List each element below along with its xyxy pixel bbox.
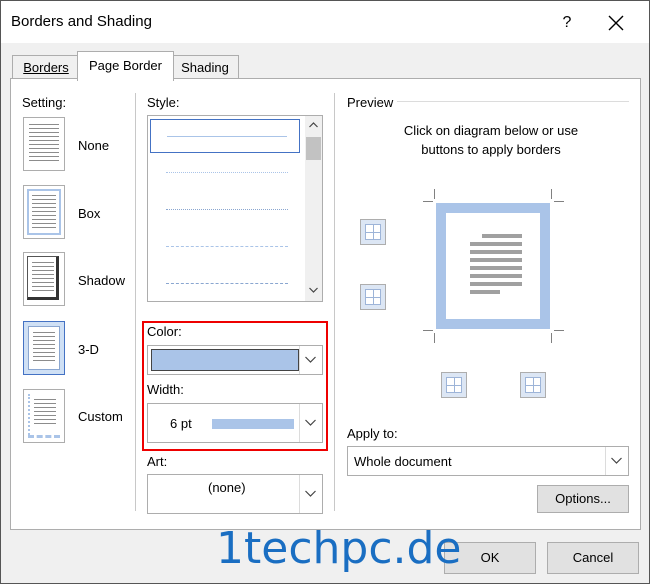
column-separator <box>334 93 335 511</box>
tab-label: Page Border <box>89 58 162 73</box>
setting-none-label[interactable]: None <box>78 138 109 153</box>
art-dropdown-arrow[interactable] <box>299 475 322 513</box>
style-option-dotted[interactable] <box>150 156 300 190</box>
left-border-icon <box>446 377 462 393</box>
apply-to-label: Apply to: <box>347 426 398 441</box>
bottom-border-button[interactable] <box>360 284 386 310</box>
apply-to-dropdown-arrow[interactable] <box>605 447 628 475</box>
top-border-icon <box>365 224 381 240</box>
scroll-thumb[interactable] <box>306 137 321 160</box>
chevron-down-icon <box>305 490 316 497</box>
right-border-button[interactable] <box>520 372 546 398</box>
apply-to-value: Whole document <box>354 454 452 469</box>
style-option-small-dotted[interactable] <box>150 193 300 227</box>
style-listbox[interactable] <box>147 115 323 302</box>
highlight-box <box>142 321 328 451</box>
style-option-dashed[interactable] <box>150 230 300 264</box>
bottom-border-icon <box>365 289 381 305</box>
title-bar: Borders and Shading ? <box>1 1 649 43</box>
preview-diagram[interactable] <box>436 203 550 329</box>
preview-page <box>446 213 540 319</box>
style-option-solid[interactable] <box>150 119 300 153</box>
top-border-button[interactable] <box>360 219 386 245</box>
tab-shading[interactable]: Shading <box>171 55 239 80</box>
art-value: (none) <box>208 480 246 495</box>
preview-instructions-line1: Click on diagram below or use <box>403 123 579 138</box>
style-option-long-dash[interactable] <box>150 267 300 301</box>
setting-3d-label[interactable]: 3-D <box>78 342 99 357</box>
left-border-button[interactable] <box>441 372 467 398</box>
close-button[interactable] <box>601 9 631 37</box>
scroll-up-arrow[interactable] <box>305 116 322 136</box>
tab-page-border[interactable]: Page Border <box>77 51 174 81</box>
watermark-text: 1techpc.de <box>216 523 462 574</box>
close-icon <box>608 15 624 31</box>
art-dropdown[interactable]: (none) <box>147 474 323 514</box>
setting-shadow-thumbnail[interactable] <box>23 252 65 306</box>
art-label: Art: <box>147 454 168 469</box>
dialog-title: Borders and Shading <box>11 13 152 30</box>
setting-heading: Setting: <box>22 95 67 110</box>
options-button[interactable]: Options... <box>537 485 629 513</box>
apply-to-dropdown[interactable]: Whole document <box>347 446 629 476</box>
setting-custom-label[interactable]: Custom <box>78 409 123 424</box>
borders-and-shading-dialog: Borders and Shading ? Borders Page Borde… <box>0 0 650 584</box>
tab-borders[interactable]: Borders <box>12 55 80 80</box>
chevron-down-icon <box>309 287 318 293</box>
setting-3d-thumbnail[interactable] <box>23 321 65 375</box>
style-scrollbar[interactable] <box>305 116 322 301</box>
cancel-button[interactable]: Cancel <box>547 542 639 574</box>
help-button[interactable]: ? <box>555 11 579 35</box>
tab-label: Shading <box>181 60 229 75</box>
setting-none-thumbnail[interactable] <box>23 117 65 171</box>
preview-instructions-line2: buttons to apply borders <box>421 142 561 157</box>
chevron-up-icon <box>309 122 318 128</box>
preview-heading: Preview <box>347 95 394 110</box>
scroll-down-arrow[interactable] <box>305 281 322 301</box>
column-separator <box>135 93 136 511</box>
setting-shadow-label[interactable]: Shadow <box>78 273 125 288</box>
chevron-down-icon <box>611 457 622 464</box>
preview-divider <box>397 101 629 102</box>
setting-box-label[interactable]: Box <box>78 206 100 221</box>
tab-label: Borders <box>23 60 69 75</box>
style-heading: Style: <box>147 95 180 110</box>
setting-box-thumbnail[interactable] <box>23 185 65 239</box>
setting-custom-thumbnail[interactable] <box>23 389 65 443</box>
right-border-icon <box>525 377 541 393</box>
